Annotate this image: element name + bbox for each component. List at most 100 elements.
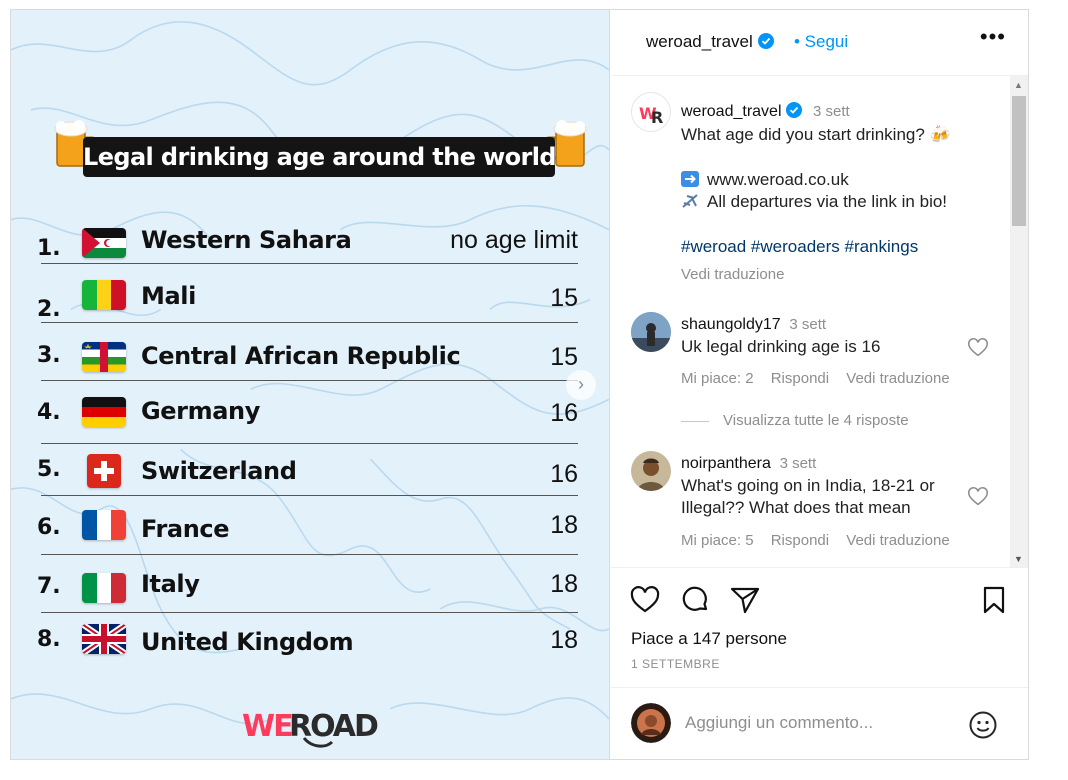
current-user-avatar[interactable] <box>631 703 671 743</box>
row-divider <box>41 263 578 264</box>
next-slide-button[interactable]: › <box>566 370 596 400</box>
weroad-logo: WE ROAD <box>242 709 380 748</box>
ranking-row: 7. Italy 18 <box>37 570 580 626</box>
caption-text: What age did you start drinking? 🍻 <box>681 125 951 144</box>
post-date[interactable]: 1 SETTEMBRE <box>631 657 720 671</box>
instagram-post: Legal drinking age around the world 1. W… <box>10 9 1029 760</box>
rank-number: 8. <box>37 627 61 652</box>
weroad-logo-icon: W R <box>639 104 663 127</box>
bookmark-icon[interactable] <box>978 584 1010 616</box>
ranking-row: 5. Switzerland 16 <box>37 454 580 510</box>
follow-button[interactable]: • Segui <box>794 32 848 52</box>
comment-likes[interactable]: Mi piace: 2 <box>681 370 754 387</box>
comment-likes[interactable]: Mi piace: 5 <box>681 532 754 549</box>
caption-time[interactable]: 3 sett <box>813 103 850 120</box>
row-divider <box>41 322 578 323</box>
drinking-age: 16 <box>550 460 578 488</box>
france-flag-icon <box>82 510 126 540</box>
comment-time[interactable]: 3 sett <box>789 316 826 333</box>
post-header: weroad_travel • Segui ••• <box>611 10 1028 76</box>
view-replies-button[interactable]: Visualizza tutte le 4 risposte <box>681 412 909 429</box>
scroll-up-icon[interactable]: ▲ <box>1014 80 1023 90</box>
comment-text: Uk legal drinking age is 16 <box>681 337 881 356</box>
rank-number: 5. <box>37 457 61 482</box>
comment-username[interactable]: noirpanthera <box>681 455 771 472</box>
replies-divider <box>681 420 709 422</box>
drinking-age: 16 <box>550 399 578 427</box>
germany-flag-icon <box>82 397 126 427</box>
rank-number: 7. <box>37 574 61 599</box>
scrollbar-thumb[interactable] <box>1012 96 1026 226</box>
caption-link-line: www.weroad.co.uk <box>681 170 849 190</box>
ranking-row: 6. France 18 <box>37 510 580 566</box>
user-photo-icon <box>631 703 671 743</box>
view-replies-label: Visualizza tutte le 4 risposte <box>723 412 909 429</box>
caption-hashtags[interactable]: #weroad #weroaders #rankings <box>681 237 918 257</box>
row-divider <box>41 612 578 613</box>
comment-bubble-icon[interactable] <box>679 584 711 616</box>
weroad-avatar[interactable]: W R <box>631 92 671 132</box>
comment-username[interactable]: shaungoldy17 <box>681 316 781 333</box>
comments-scrollbar[interactable]: ▲ ▼ <box>1010 76 1028 567</box>
share-paper-plane-icon[interactable] <box>729 584 761 616</box>
comment-time[interactable]: 3 sett <box>780 455 817 472</box>
post-title: Legal drinking age around the world <box>83 137 557 177</box>
caption-username[interactable]: weroad_travel <box>681 103 782 120</box>
translate-link[interactable]: Vedi traduzione <box>846 532 949 549</box>
caption-bio-line: All departures via the link in bio! <box>681 192 947 212</box>
caption-bio-text: All departures via the link in bio! <box>707 192 948 211</box>
comment-input[interactable] <box>685 710 955 736</box>
rank-number: 1. <box>37 236 61 261</box>
comment-avatar[interactable] <box>631 312 671 352</box>
drinking-age: 15 <box>550 284 578 312</box>
post-sidebar: weroad_travel • Segui ••• W R weroad_tra… <box>611 10 1028 759</box>
caption-translate-link[interactable]: Vedi traduzione <box>681 266 784 283</box>
ranking-row: 8. United Kingdom 18 <box>37 624 580 680</box>
country-name: Switzerland <box>141 457 297 485</box>
row-divider <box>41 443 578 444</box>
caption-link[interactable]: www.weroad.co.uk <box>707 170 849 189</box>
country-name: United Kingdom <box>141 628 354 656</box>
comment-text: Illegal?? What does that mean <box>681 498 911 517</box>
ranking-row: 2. Mali 15 <box>37 278 580 334</box>
verified-badge-icon <box>757 33 774 49</box>
caption-header: weroad_travel 3 sett <box>681 101 850 121</box>
likes-count[interactable]: Piace a 147 persone <box>631 629 787 649</box>
mali-flag-icon <box>82 280 126 310</box>
comment-header: noirpanthera 3 sett <box>681 453 816 473</box>
like-heart-icon[interactable] <box>629 584 661 616</box>
country-name: Central African Republic <box>141 342 461 370</box>
arrow-right-icon <box>681 171 699 187</box>
svg-text:WE: WE <box>242 709 292 744</box>
reply-button[interactable]: Rispondi <box>771 532 829 549</box>
comment-text: What's going on in India, 18-21 or <box>681 476 935 495</box>
country-name: Mali <box>141 282 196 310</box>
row-divider <box>41 380 578 381</box>
verified-badge-icon <box>786 102 803 118</box>
row-divider <box>41 554 578 555</box>
emoji-icon[interactable] <box>968 710 998 740</box>
comment-header: shaungoldy17 3 sett <box>681 314 826 334</box>
central-african-republic-flag-icon <box>82 342 126 372</box>
heart-icon[interactable] <box>967 486 989 508</box>
header-username[interactable]: weroad_travel <box>646 32 774 52</box>
comment-avatar[interactable] <box>631 451 671 491</box>
rank-number: 6. <box>37 515 61 540</box>
comment-meta: Mi piace: 5 Rispondi Vedi traduzione <box>681 532 963 549</box>
ranking-row: 1. Western Sahara no age limit <box>37 218 580 274</box>
switzerland-flag-icon <box>87 454 121 488</box>
post-image: Legal drinking age around the world 1. W… <box>11 10 610 759</box>
more-options-icon[interactable]: ••• <box>980 24 1006 50</box>
italy-flag-icon <box>82 573 126 603</box>
row-divider <box>41 495 578 496</box>
rank-number: 2. <box>37 297 61 322</box>
header-username-text: weroad_travel <box>646 32 753 51</box>
translate-link[interactable]: Vedi traduzione <box>846 370 949 387</box>
user-photo-icon <box>631 312 671 352</box>
reply-button[interactable]: Rispondi <box>771 370 829 387</box>
comments-list[interactable]: W R weroad_travel 3 sett What age did yo… <box>611 76 1011 567</box>
scroll-down-icon[interactable]: ▼ <box>1014 554 1023 564</box>
svg-text:ROAD: ROAD <box>289 709 378 744</box>
heart-icon[interactable] <box>967 337 989 359</box>
united-kingdom-flag-icon <box>82 624 126 654</box>
